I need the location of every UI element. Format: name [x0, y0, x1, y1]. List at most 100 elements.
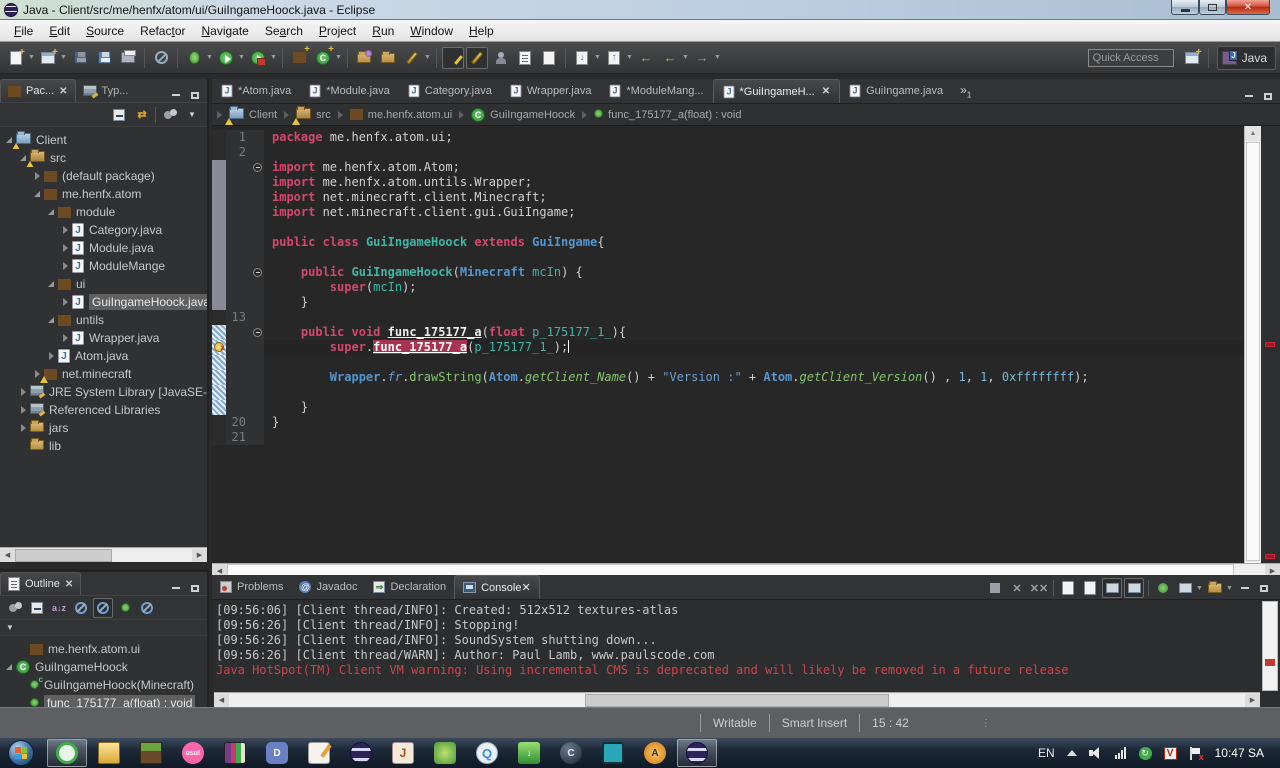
tree-item[interactable]: JModuleMange: [0, 257, 207, 275]
expand-arrow-icon[interactable]: [18, 406, 28, 414]
expand-arrow-icon[interactable]: [60, 334, 70, 342]
breadcrumb-item[interactable]: Client: [225, 108, 281, 122]
taskbar-notepad[interactable]: [299, 739, 339, 767]
maximize-view-icon[interactable]: [187, 581, 203, 595]
tree-item[interactable]: me.henfx.atom: [0, 185, 207, 203]
search-button[interactable]: [401, 47, 423, 69]
tab-package-explorer-close-icon[interactable]: ✕: [59, 86, 67, 97]
display-selected-console-button[interactable]: [1175, 578, 1195, 598]
taskbar-clock[interactable]: 10:47 SA: [1215, 746, 1264, 760]
open-resource-button[interactable]: [377, 47, 399, 69]
open-task-button[interactable]: [353, 47, 375, 69]
tree-item[interactable]: JModule.java: [0, 239, 207, 257]
tree-item[interactable]: JRE System Library [JavaSE-1.8]: [0, 383, 207, 401]
open-perspective-button[interactable]: [1181, 47, 1203, 69]
taskbar-discord[interactable]: D: [257, 739, 297, 767]
menu-window[interactable]: Window: [402, 22, 461, 40]
taskbar-windows-explorer[interactable]: [89, 739, 129, 767]
next-annotation-dropdown[interactable]: ▼: [594, 47, 601, 69]
collapse-all-button[interactable]: [27, 598, 47, 618]
code-line[interactable]: import me.henfx.atom.Atom;: [212, 160, 1280, 175]
console-vscrollbar[interactable]: [1262, 601, 1278, 691]
breadcrumb-arrow-icon[interactable]: [284, 111, 289, 119]
tree-item[interactable]: Client: [0, 131, 207, 149]
back-button[interactable]: ←: [659, 47, 681, 69]
collapse-arrow-icon[interactable]: [46, 209, 56, 215]
expand-arrow-icon[interactable]: [32, 172, 42, 180]
code-line[interactable]: super.func_175177_a(p_175177_1_);: [212, 340, 1280, 355]
taskbar-camera-app[interactable]: [593, 739, 633, 767]
editor-tab-categoryjava[interactable]: JCategory.java: [399, 79, 501, 103]
tree-item[interactable]: untils: [0, 311, 207, 329]
expand-arrow-icon[interactable]: [60, 262, 70, 270]
clear-console-button[interactable]: [1058, 578, 1078, 598]
expand-arrow-icon[interactable]: [18, 424, 28, 432]
taskbar-cinema4d[interactable]: C: [551, 739, 591, 767]
show-on-stderr-button[interactable]: [1124, 578, 1144, 598]
breadcrumb-arrow-icon[interactable]: [217, 111, 222, 119]
console-tab-console[interactable]: Console✕: [454, 575, 540, 599]
editor-tab-modulejava[interactable]: J*Module.java: [300, 79, 399, 103]
print-button[interactable]: [117, 47, 139, 69]
run-button[interactable]: [215, 47, 237, 69]
breadcrumb-arrow-icon[interactable]: [459, 111, 464, 119]
pin-console-button[interactable]: [1153, 578, 1173, 598]
code-line[interactable]: [212, 385, 1280, 400]
new-window-dropdown[interactable]: ▼: [60, 47, 67, 69]
tree-item[interactable]: module: [0, 203, 207, 221]
tab-close-icon[interactable]: ✕: [822, 86, 830, 97]
tray-expand-icon[interactable]: [1067, 750, 1077, 756]
search-dropdown[interactable]: ▼: [424, 47, 431, 69]
new-wizard-dropdown[interactable]: ▼: [28, 47, 35, 69]
collapse-arrow-icon[interactable]: [32, 191, 42, 197]
menu-search[interactable]: Search: [257, 22, 311, 40]
terminate-button[interactable]: [985, 578, 1005, 598]
hide-static-members-button[interactable]: [93, 598, 113, 618]
outline-view-menu[interactable]: ▼: [6, 623, 14, 632]
expand-arrow-icon[interactable]: [18, 388, 28, 396]
code-line[interactable]: public GuiIngameHoock(Minecraft mcIn) {: [212, 265, 1280, 280]
restore-button[interactable]: [1199, 0, 1226, 15]
code-line[interactable]: 21: [212, 430, 1280, 445]
java-perspective-button[interactable]: Java: [1217, 46, 1276, 70]
code-line[interactable]: [212, 355, 1280, 370]
tree-item[interactable]: Referenced Libraries: [0, 401, 207, 419]
word-wrap-button[interactable]: [1102, 578, 1122, 598]
sync-icon[interactable]: ↻: [1139, 747, 1152, 760]
new-java-class-dropdown[interactable]: ▼: [335, 47, 342, 69]
focus-button[interactable]: [5, 598, 25, 618]
tree-item[interactable]: JGuiIngameHoock.java: [0, 293, 207, 311]
menu-edit[interactable]: Edit: [41, 22, 78, 40]
tree-item[interactable]: src: [0, 149, 207, 167]
tab-overflow-chevron[interactable]: »1: [960, 83, 971, 99]
code-line[interactable]: [212, 220, 1280, 235]
menu-refactor[interactable]: Refactor: [132, 22, 193, 40]
save-all-button[interactable]: [93, 47, 115, 69]
run-dropdown[interactable]: ▼: [238, 47, 245, 69]
scroll-right-icon[interactable]: ▶: [192, 549, 207, 562]
remove-launch-button[interactable]: ✕: [1007, 578, 1027, 598]
save-button[interactable]: [69, 47, 91, 69]
expand-arrow-icon[interactable]: [60, 226, 70, 234]
code-line[interactable]: 2: [212, 145, 1280, 160]
link-with-editor-button[interactable]: ⇄: [131, 105, 151, 125]
focus-button[interactable]: [160, 105, 180, 125]
taskbar-idm[interactable]: ↓: [509, 739, 549, 767]
collapse-arrow-icon[interactable]: [4, 664, 14, 670]
maximize-console-icon[interactable]: [1256, 581, 1272, 595]
language-indicator[interactable]: EN: [1038, 746, 1055, 760]
code-line[interactable]: }: [212, 400, 1280, 415]
view-menu-button[interactable]: ▼: [182, 105, 202, 125]
previous-annotation-button[interactable]: ↑: [603, 47, 625, 69]
breadcrumb-item[interactable]: func_175177_a(float) : void: [590, 109, 745, 121]
code-line[interactable]: import net.minecraft.client.gui.GuiIngam…: [212, 205, 1280, 220]
last-edit-highlight-button[interactable]: [466, 47, 488, 69]
taskbar-eclipse[interactable]: [341, 739, 381, 767]
editor-tab-guiingameh[interactable]: J*GuiIngameH...✕: [713, 79, 841, 103]
outline-item[interactable]: CGuiIngameHoock: [0, 658, 207, 676]
scroll-left-icon[interactable]: ◀: [214, 694, 229, 707]
fold-collapse-icon[interactable]: [253, 268, 262, 277]
tree-item[interactable]: ui: [0, 275, 207, 293]
menu-help[interactable]: Help: [461, 22, 502, 40]
code-line[interactable]: public void func_175177_a(float p_175177…: [212, 325, 1280, 340]
